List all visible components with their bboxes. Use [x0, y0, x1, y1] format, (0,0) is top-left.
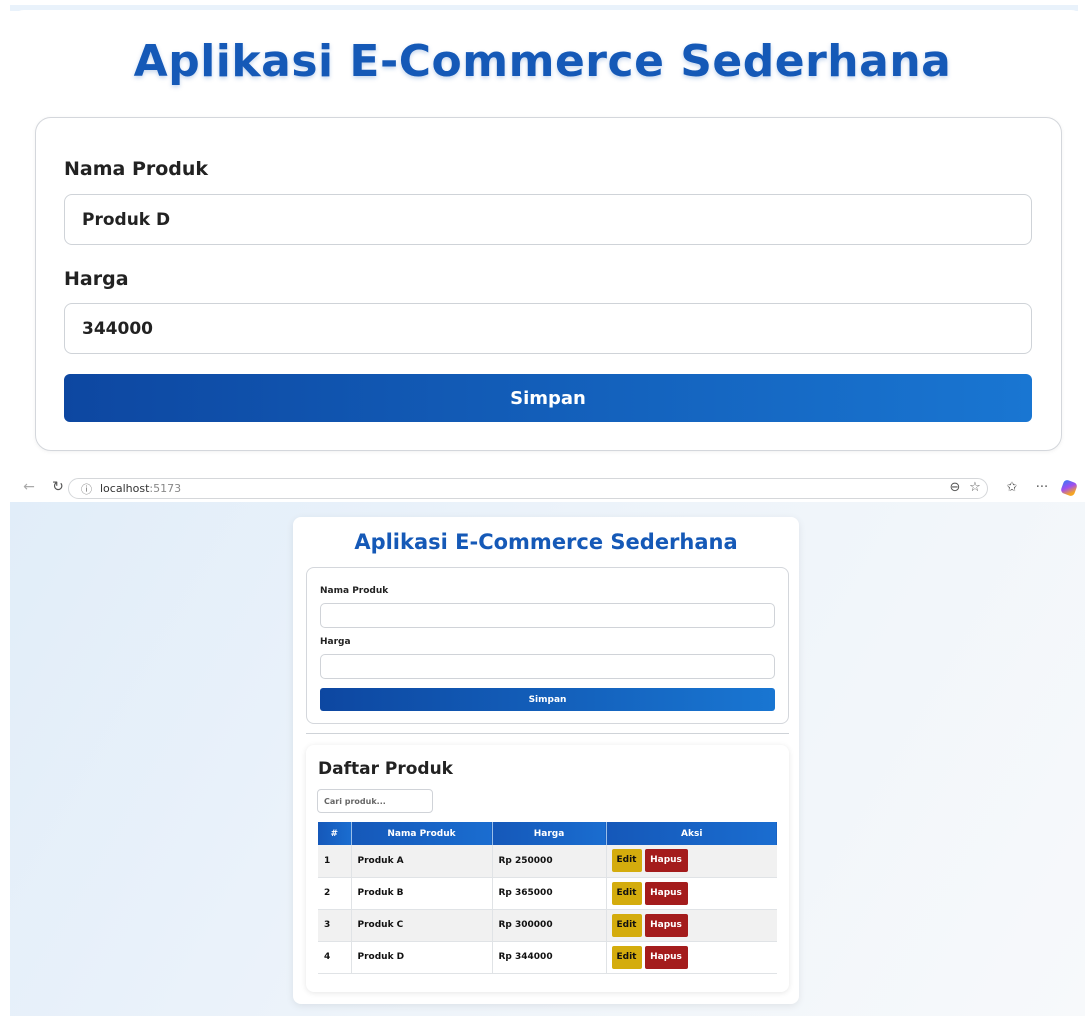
row-number: 4 [318, 941, 352, 974]
copilot-icon[interactable] [1060, 479, 1078, 497]
column-header-number: # [318, 822, 352, 845]
row-actions: Edit Hapus [606, 845, 777, 878]
edit-button[interactable]: Edit [611, 913, 642, 937]
zoom-save-button[interactable]: Simpan [64, 374, 1032, 422]
table-header-row: # Nama Produk Harga Aksi [318, 822, 777, 845]
product-price: Rp 344000 [492, 941, 607, 974]
url-port: :5173 [149, 482, 182, 495]
delete-button[interactable]: Hapus [644, 881, 688, 905]
row-number: 1 [318, 845, 352, 878]
browser-toolbar: ← ↻ ⓘ localhost:5173 ⊖ ☆ ✩ ··· [0, 476, 1085, 502]
delete-button[interactable]: Hapus [644, 849, 688, 873]
column-header-name: Nama Produk [351, 822, 493, 845]
zoom-name-input[interactable]: Produk D [64, 194, 1032, 245]
table-row: 3 Produk C Rp 300000 Edit Hapus [318, 909, 777, 942]
product-name: Produk A [351, 845, 493, 878]
zoom-icon[interactable]: ⊖ [947, 480, 963, 495]
zoom-name-label: Nama Produk [64, 158, 209, 180]
name-input[interactable] [320, 603, 775, 628]
row-actions: Edit Hapus [606, 909, 777, 942]
product-price: Rp 250000 [492, 845, 607, 878]
zoomed-form-preview: Aplikasi E-Commerce Sederhana Nama Produ… [0, 0, 1085, 470]
reload-icon[interactable]: ↻ [49, 479, 67, 495]
delete-button[interactable]: Hapus [644, 945, 688, 969]
row-number: 2 [318, 877, 352, 910]
edit-button[interactable]: Edit [611, 849, 642, 873]
section-divider [306, 733, 789, 734]
delete-button[interactable]: Hapus [644, 913, 688, 937]
row-number: 3 [318, 909, 352, 942]
url-host: localhost [100, 482, 150, 495]
product-name: Produk B [351, 877, 493, 910]
zoom-price-input[interactable]: 344000 [64, 303, 1032, 354]
row-actions: Edit Hapus [606, 877, 777, 910]
product-name: Produk C [351, 909, 493, 942]
star-icon[interactable]: ☆ [967, 480, 983, 495]
product-list-title: Daftar Produk [318, 759, 453, 779]
product-name: Produk D [351, 941, 493, 974]
search-input[interactable]: Cari produk... [317, 789, 433, 813]
info-icon[interactable]: ⓘ [81, 481, 92, 497]
table-row: 4 Produk D Rp 344000 Edit Hapus [318, 941, 777, 974]
address-bar[interactable]: ⓘ localhost:5173 [68, 478, 988, 499]
zoom-app-title: Aplikasi E-Commerce Sederhana [133, 36, 952, 87]
app-title: Aplikasi E-Commerce Sederhana [354, 530, 738, 554]
back-arrow-icon[interactable]: ← [20, 479, 38, 495]
row-actions: Edit Hapus [606, 941, 777, 974]
name-label: Nama Produk [320, 586, 389, 596]
price-input[interactable] [320, 654, 775, 679]
price-label: Harga [320, 637, 351, 647]
save-button[interactable]: Simpan [320, 688, 775, 711]
column-header-actions: Aksi [606, 822, 777, 845]
zoom-price-label: Harga [64, 268, 129, 290]
column-header-price: Harga [492, 822, 607, 845]
more-icon[interactable]: ··· [1034, 480, 1050, 495]
edit-button[interactable]: Edit [611, 945, 642, 969]
edit-button[interactable]: Edit [611, 881, 642, 905]
table-row: 1 Produk A Rp 250000 Edit Hapus [318, 845, 777, 878]
product-price: Rp 300000 [492, 909, 607, 942]
table-row: 2 Produk B Rp 365000 Edit Hapus [318, 877, 777, 910]
favorites-icon[interactable]: ✩ [1004, 480, 1020, 495]
product-table: # Nama Produk Harga Aksi 1 Produk A Rp 2… [318, 822, 777, 974]
product-price: Rp 365000 [492, 877, 607, 910]
